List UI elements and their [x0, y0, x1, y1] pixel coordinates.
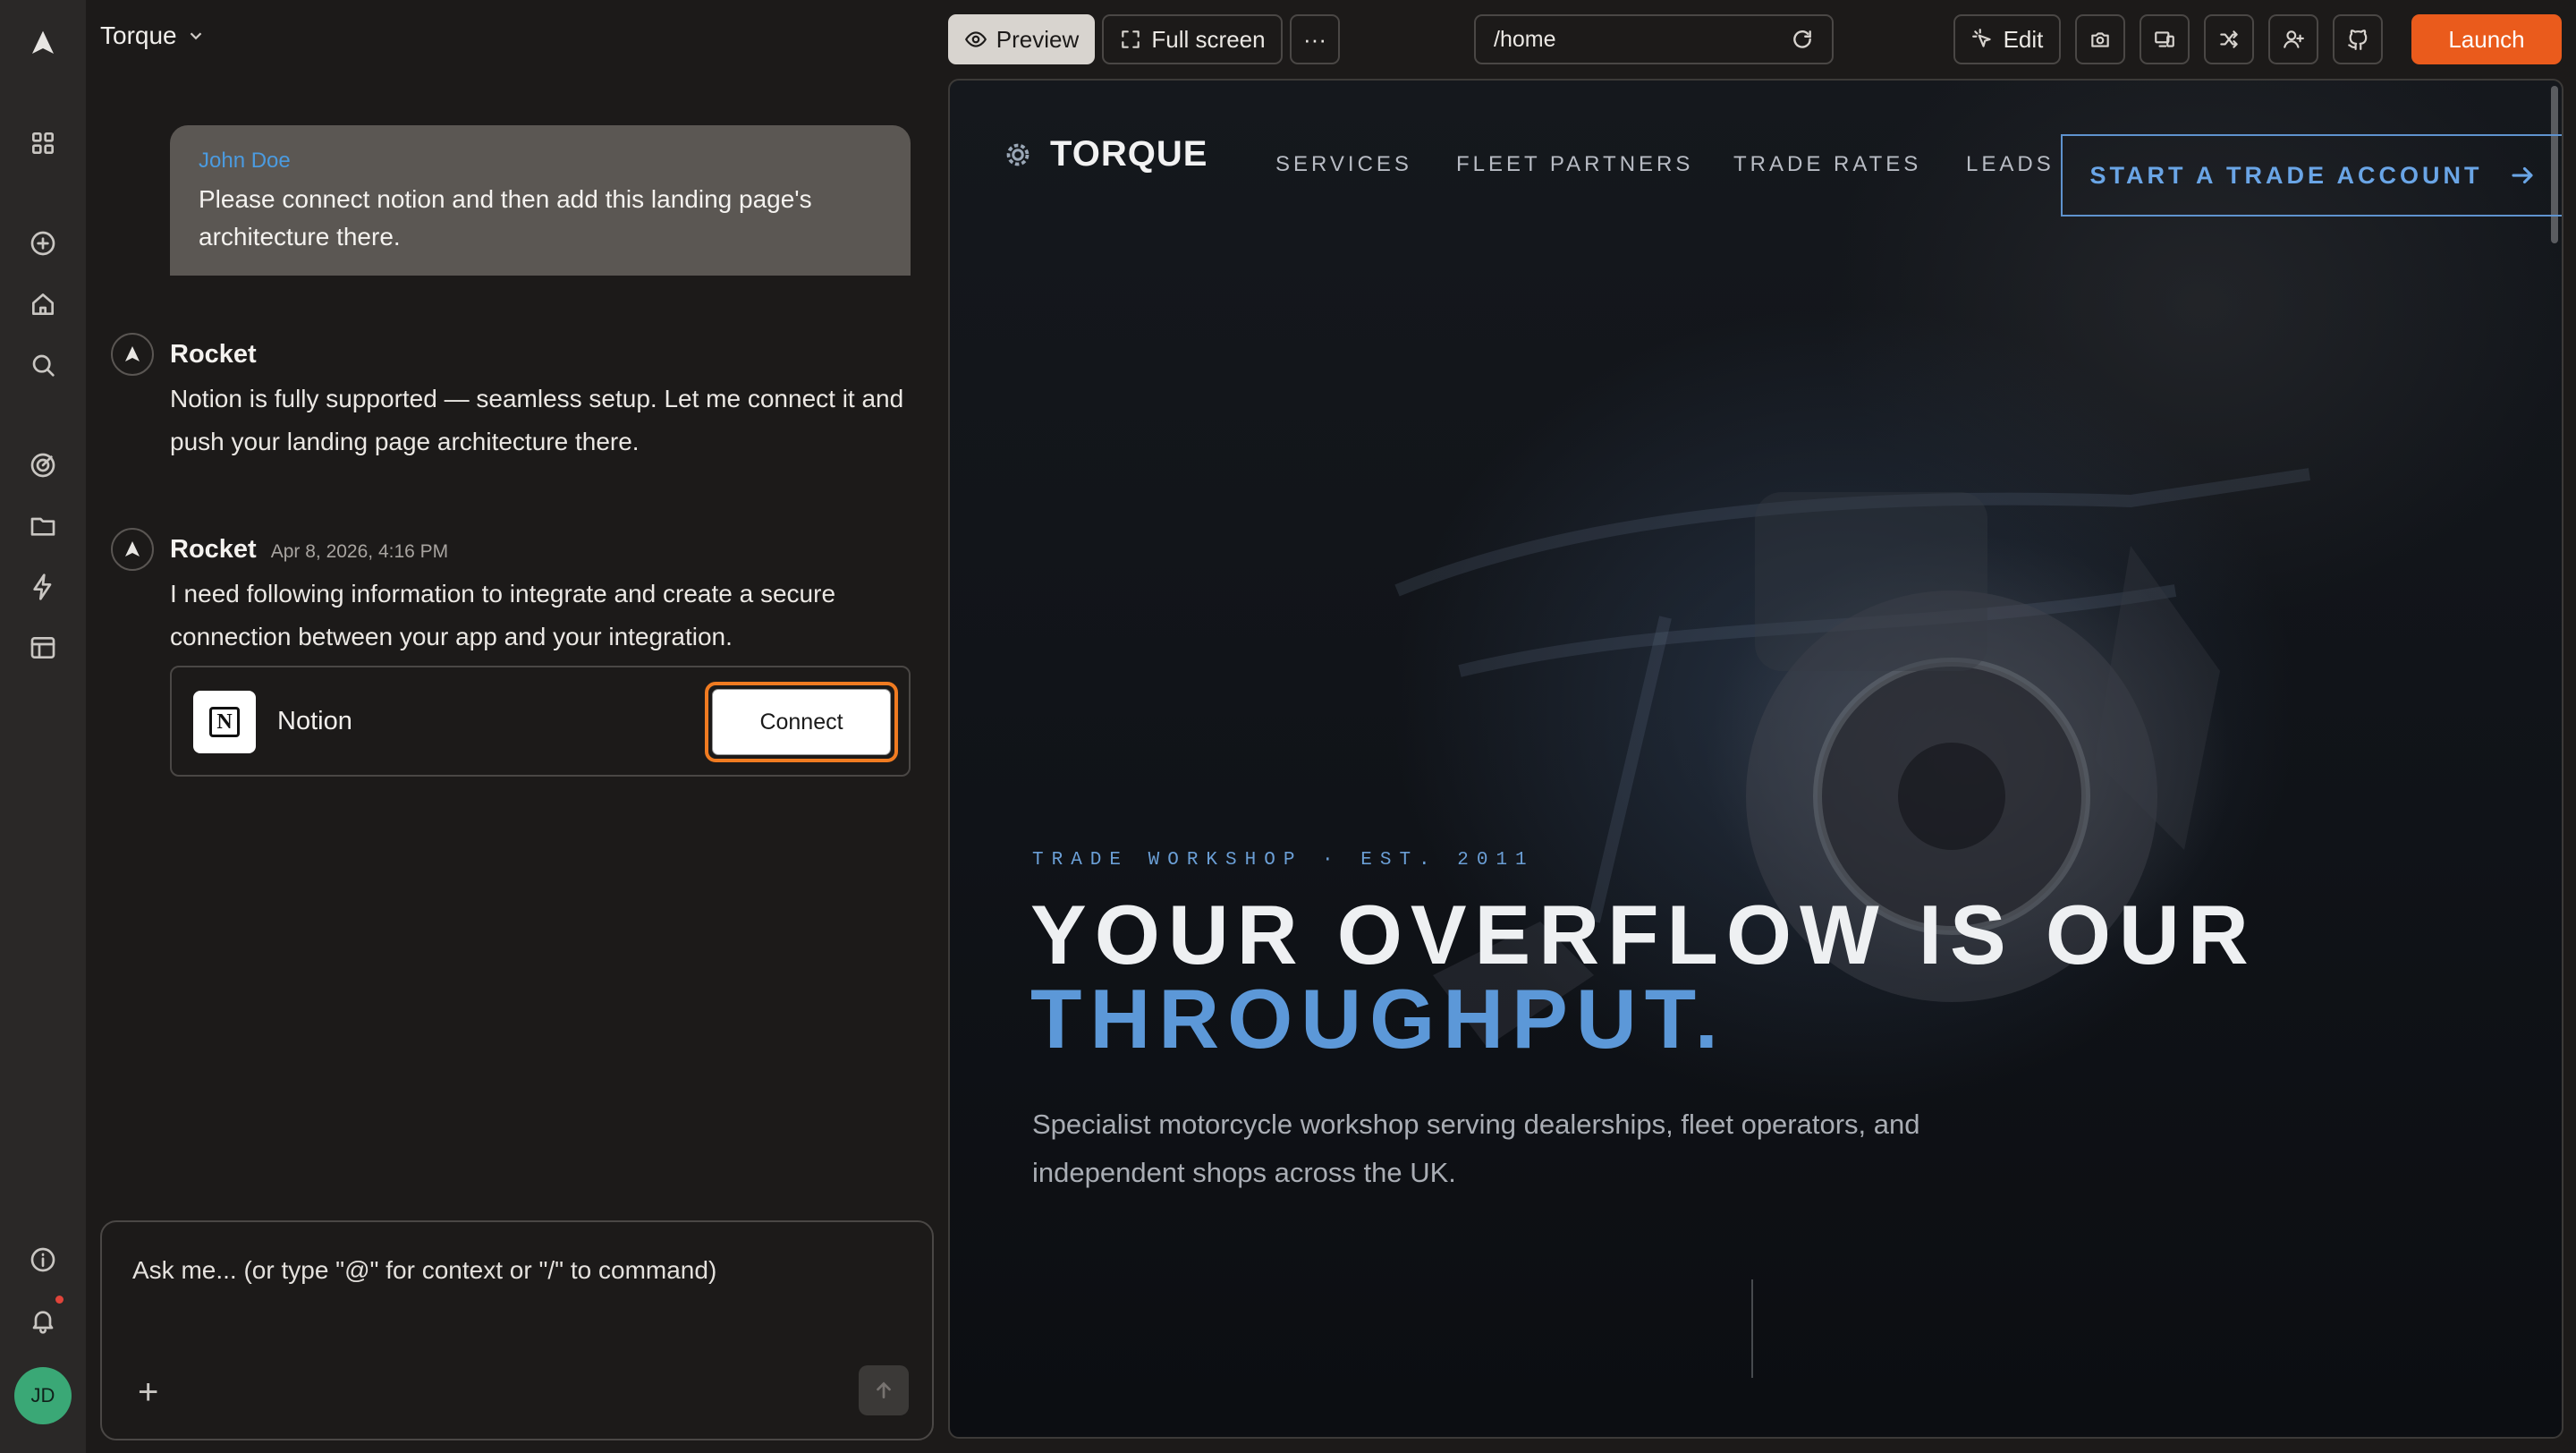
user-avatar[interactable]: JD: [14, 1367, 72, 1424]
site-logo[interactable]: TORQUE: [1002, 134, 1208, 174]
connect-button[interactable]: Connect: [712, 689, 891, 755]
bell-icon[interactable]: [25, 1303, 61, 1338]
motorcycle-background-image: [1394, 468, 2311, 1047]
responsive-button[interactable]: [2140, 14, 2190, 64]
send-button[interactable]: [859, 1365, 909, 1415]
shuffle-icon: [2220, 30, 2238, 48]
nav-link-trade-rates[interactable]: TRADE RATES: [1733, 152, 1921, 177]
invite-user-button[interactable]: [2268, 14, 2318, 64]
hero-headline-accent: THROUGHPUT.: [1030, 972, 1726, 1066]
notion-logo-icon: N: [193, 691, 256, 753]
integration-name: Notion: [277, 707, 352, 735]
home-icon[interactable]: [25, 286, 61, 322]
shuffle-button[interactable]: [2204, 14, 2254, 64]
github-button[interactable]: [2333, 14, 2383, 64]
site-nav: TORQUE SERVICES FLEET PARTNERS TRADE RAT…: [1002, 116, 2562, 217]
nav-link-leads[interactable]: LEADS: [1966, 152, 2055, 177]
add-attachment-button[interactable]: +: [138, 1374, 158, 1410]
left-rail: JD: [0, 0, 86, 1453]
nav-link-services[interactable]: SERVICES: [1275, 152, 1412, 177]
eye-icon: [964, 31, 987, 47]
arrow-up-icon: [877, 1381, 891, 1398]
expand-icon: [1122, 30, 1140, 48]
bot-message-text: I need following information to integrat…: [170, 580, 836, 650]
screenshot-button[interactable]: [2075, 14, 2125, 64]
url-bar[interactable]: /home: [1474, 14, 1834, 64]
user-message-text: Please connect notion and then add this …: [199, 185, 812, 251]
user-message-author: John Doe: [199, 149, 291, 173]
gear-logo-icon: [1006, 143, 1030, 166]
integration-card: N Notion Connect: [170, 666, 911, 777]
bot-message-text: Notion is fully supported — seamless set…: [170, 385, 904, 455]
notification-dot: [55, 1296, 64, 1304]
message-timestamp: Apr 8, 2026, 4:16 PM: [270, 541, 449, 562]
grid-icon[interactable]: [25, 125, 61, 161]
devices-icon: [2155, 31, 2174, 47]
github-icon: [2348, 30, 2368, 50]
target-icon[interactable]: [25, 447, 61, 483]
nav-link-fleet-partners[interactable]: FLEET PARTNERS: [1456, 152, 1693, 177]
start-trade-account-button[interactable]: START A TRADE ACCOUNT: [2061, 134, 2562, 217]
edit-button[interactable]: Edit: [1953, 14, 2061, 64]
project-switcher[interactable]: Torque: [100, 21, 206, 50]
user-plus-icon: [2284, 30, 2304, 48]
camera-icon: [2091, 32, 2109, 47]
rocket-avatar-icon: [111, 528, 154, 571]
preview-button[interactable]: Preview: [948, 14, 1095, 64]
arrow-right-icon: [2512, 166, 2534, 184]
bot-message-author: Rocket: [170, 535, 257, 564]
folder-icon[interactable]: [25, 508, 61, 544]
connect-button-highlight: Connect: [705, 682, 898, 762]
site-brand: TORQUE: [1050, 134, 1208, 174]
layout-icon[interactable]: [25, 630, 61, 666]
bot-message-author: Rocket: [170, 340, 257, 369]
chevron-down-icon: [190, 32, 201, 40]
url-text: /home: [1494, 26, 1556, 52]
site-preview: TORQUE SERVICES FLEET PARTNERS TRADE RAT…: [948, 79, 2563, 1439]
refresh-icon[interactable]: [1791, 28, 1814, 51]
more-options-button[interactable]: ···: [1290, 14, 1340, 64]
hero-subtext: Specialist motorcycle workshop serving d…: [1032, 1109, 1920, 1188]
info-icon[interactable]: [25, 1242, 61, 1278]
cursor-click-icon: [1971, 29, 1991, 47]
fullscreen-button[interactable]: Full screen: [1102, 14, 1283, 64]
project-name: Torque: [100, 21, 177, 49]
composer-placeholder: Ask me... (or type "@" for context or "/…: [132, 1256, 717, 1284]
search-icon[interactable]: [25, 347, 61, 383]
hero-eyebrow: TRADE WORKSHOP · EST. 2011: [1032, 850, 1535, 871]
user-message: John Doe Please connect notion and then …: [170, 125, 911, 276]
rocket-avatar-icon: [111, 333, 154, 376]
scroll-indicator-line: [1751, 1279, 1753, 1378]
chat-composer[interactable]: Ask me... (or type "@" for context or "/…: [100, 1220, 934, 1440]
plus-circle-icon[interactable]: [25, 225, 61, 261]
hero-headline: YOUR OVERFLOW IS OUR: [1030, 888, 2257, 981]
launch-button[interactable]: Launch: [2411, 14, 2562, 64]
lightning-icon[interactable]: [25, 569, 61, 605]
rocket-logo-icon[interactable]: [25, 25, 61, 61]
